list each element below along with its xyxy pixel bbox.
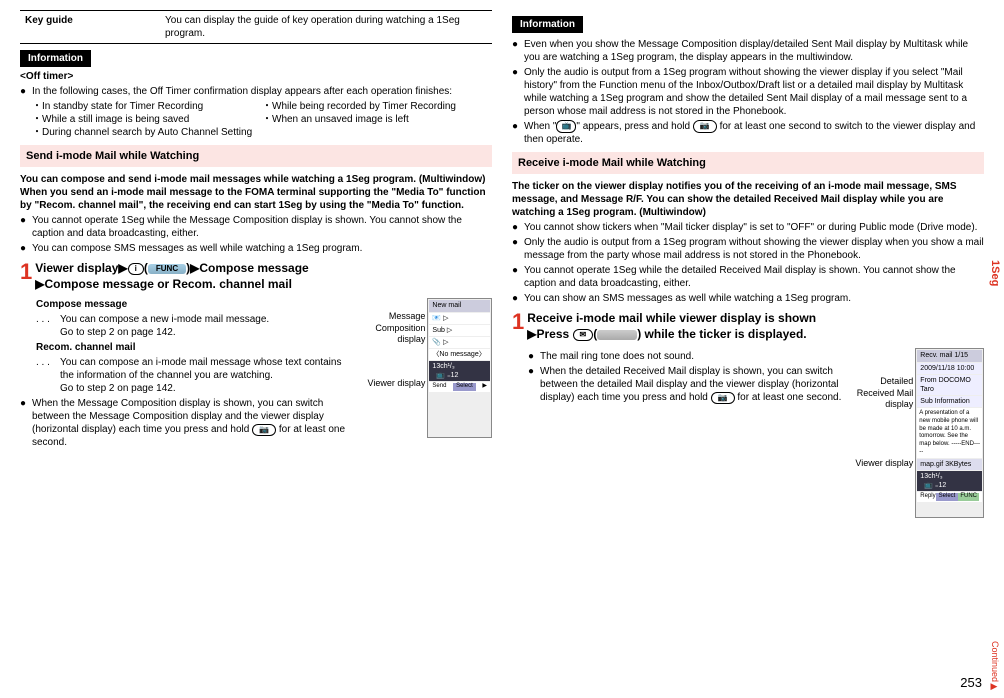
right-bullet-2: ●Only the audio is output from a 1Seg pr… xyxy=(512,66,984,118)
screen-sub: Sub ▷ xyxy=(429,325,490,336)
receive-paragraph-1: The ticker on the viewer display notifie… xyxy=(512,180,984,219)
camera-key-icon: 📷 xyxy=(711,392,735,404)
recv-bullet-4: ●You can show an SMS messages as well wh… xyxy=(512,292,984,305)
off-timer-heading: <Off timer> xyxy=(20,70,492,83)
screen-title: New mail xyxy=(429,300,490,311)
viewer-display-label: Viewer display xyxy=(368,378,426,390)
receive-figure-block: ●The mail ring tone does not sound. ●Whe… xyxy=(512,348,984,518)
right-column: Information ●Even when you show the Mess… xyxy=(512,10,984,524)
right-bullet-3: ●When "📺" appears, press and hold 📷 for … xyxy=(512,120,984,146)
screen-title: Recv. mail 1/15 xyxy=(917,350,982,361)
send-bullet-2: ●You can compose SMS messages as well wh… xyxy=(20,242,492,255)
send-section-header: Send i-mode Mail while Watching xyxy=(20,145,492,167)
off-timer-intro: ● In the following cases, the Off Timer … xyxy=(20,85,492,98)
recv-bullet-2: ●Only the audio is output from a 1Seg pr… xyxy=(512,236,984,262)
screen-body: A presentation of a new mobile phone wil… xyxy=(917,408,982,458)
compose-message-label: Compose message xyxy=(36,298,356,311)
camera-key-icon: 📷 xyxy=(252,424,276,436)
screen-viewer: 13ch¹/₃ 📺 ₌12 xyxy=(917,471,982,491)
screen-softkeys: ReplySelectFUNC xyxy=(917,492,982,502)
left-column: Key guide You can display the guide of k… xyxy=(20,10,492,524)
page-number: 253 xyxy=(960,675,982,692)
send-paragraph-1: You can compose and send i-mode mail mes… xyxy=(20,173,492,186)
information-heading: Information xyxy=(20,50,91,67)
i-alpha-key-icon: i xyxy=(128,263,144,275)
camera-key-icon: 📷 xyxy=(693,120,717,132)
step-number: 1 xyxy=(20,261,32,283)
viewer-display-label: Viewer display xyxy=(855,458,913,470)
tv-small-icon: 📺 xyxy=(556,120,576,132)
key-guide-label: Key guide xyxy=(20,11,160,43)
screen-softkeys: SendSelect▶ xyxy=(429,382,490,392)
recv-bullet-3: ●You cannot operate 1Seg while the detai… xyxy=(512,264,984,290)
mail-key-icon: ✉ xyxy=(573,329,594,341)
step-number: 1 xyxy=(512,311,524,333)
recom-mail-label: Recom. channel mail xyxy=(36,341,356,354)
continued-label: Continued▶ xyxy=(988,641,1000,692)
blank-pill xyxy=(597,330,637,340)
phone-figure-send: Message Composition display Viewer displ… xyxy=(362,298,492,451)
func-pill: FUNC xyxy=(148,264,186,274)
send-bullet-3: ● When the Message Composition display i… xyxy=(20,397,356,449)
key-guide-row: Key guide You can display the guide of k… xyxy=(20,10,492,44)
recv-sub-2: ●When the detailed Received Mail display… xyxy=(528,365,848,404)
screen-from: From DOCOMO Taro xyxy=(917,375,982,395)
compose-figure-block: Compose message . . .You can compose a n… xyxy=(20,298,492,451)
detailed-mail-label: Detailed Received Mail display xyxy=(854,376,913,411)
right-bullet-1: ●Even when you show the Message Composit… xyxy=(512,38,984,64)
off-timer-list: ・In standby state for Timer Recording ・W… xyxy=(32,100,492,139)
send-bullet-1: ●You cannot operate 1Seg while the Messa… xyxy=(20,214,492,240)
step-1-receive: 1 Receive i-mode mail while viewer displ… xyxy=(512,311,984,342)
receive-section-header: Receive i-mode Mail while Watching xyxy=(512,152,984,174)
screen-to: 📧 ▷ xyxy=(429,313,490,324)
screen-body: 〈No message〉 xyxy=(429,349,490,360)
screen-attachment: map.gif 3KBytes xyxy=(917,459,982,470)
screen-subject: Sub Information xyxy=(917,396,982,407)
step-1-send: 1 Viewer display▶i(FUNC)▶Compose message… xyxy=(20,261,492,292)
msg-comp-display-label: Message Composition display xyxy=(362,311,425,346)
information-heading-right: Information xyxy=(512,16,583,33)
side-tab: 1Seg xyxy=(988,260,1002,286)
screen-date: 2009/11/18 10:00 xyxy=(917,363,982,374)
screen-viewer: 13ch¹/₃ 📺 ₌12 xyxy=(429,361,490,381)
send-paragraph-2: When you send an i-mode mail message to … xyxy=(20,186,492,212)
key-guide-text: You can display the guide of key operati… xyxy=(160,11,492,43)
recv-bullet-1: ●You cannot show tickers when "Mail tick… xyxy=(512,221,984,234)
phone-figure-receive: Detailed Received Mail display Viewer di… xyxy=(854,348,984,518)
screen-att: 📎 ▷ xyxy=(429,337,490,348)
recv-sub-1: ●The mail ring tone does not sound. xyxy=(528,350,848,363)
